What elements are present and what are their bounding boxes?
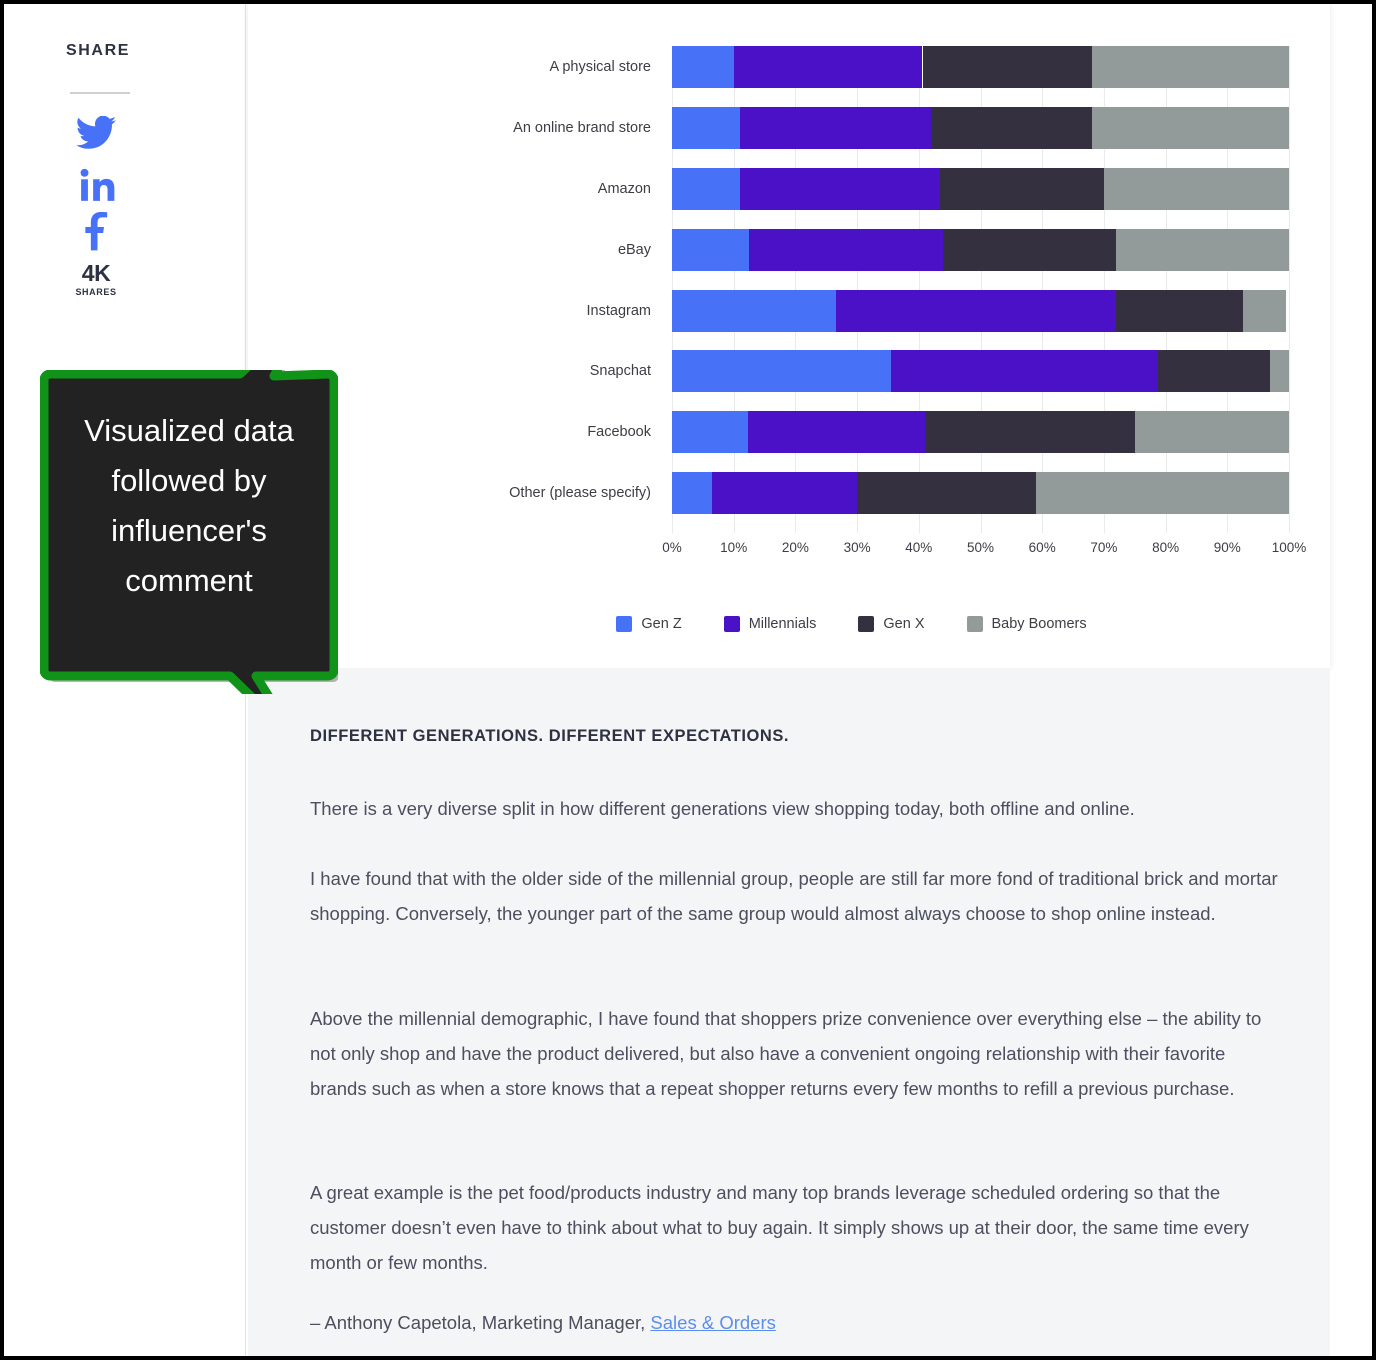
callout-shape [40,370,338,694]
x-tick-label: 80% [1152,540,1180,555]
bar-row [672,350,1289,393]
bar-segment [672,350,892,393]
bar-row [672,46,1289,88]
bar-segment [1091,46,1289,88]
bar-segment [1134,411,1289,454]
bar-segment [672,289,836,332]
x-tick-label: 60% [1028,540,1056,555]
attribution-link[interactable]: Sales & Orders [650,1312,775,1333]
bar-segment [857,472,1037,515]
share-count: 4K [81,260,111,286]
page-root: SHARE 4K SHARES A physical store An onlin… [0,0,1376,1360]
legend-swatch [616,616,633,632]
x-tick-label: 30% [843,540,871,555]
bar-row [672,289,1289,332]
legend-item[interactable]: Gen X [858,616,925,632]
bar-segment [1091,106,1289,149]
chart-card: A physical store An online brand store Ama… [248,4,1330,668]
x-tick-label: 70% [1090,540,1118,555]
legend-item[interactable]: Millennials [723,616,817,632]
article-body: DIFFERENT GENERATIONS. DIFFERENT EXPECTA… [248,668,1330,1356]
bar-segment [747,411,925,454]
bar-segment [672,228,750,271]
attribution: – Anthony Capetola, Marketing Manager, S… [310,1305,1280,1340]
bar-segment [672,46,734,88]
legend-label: Millennials [748,616,817,632]
x-tick-label: 100% [1271,540,1307,555]
category-label: A physical store [549,59,651,75]
linkedin-icon[interactable] [66,166,126,208]
bar-row [672,228,1289,271]
x-tick-label: 90% [1213,540,1241,555]
legend-label: Gen Z [641,616,682,632]
bar-segment [891,350,1158,393]
annotation-callout: Visualized data followed by influencer's… [40,370,338,694]
bar-segment [672,167,740,210]
bar-segment [1103,167,1289,210]
facebook-icon[interactable] [66,212,126,256]
bar-segment [835,289,1117,332]
legend-item[interactable]: Baby Boomers [966,616,1087,632]
bar-segment [672,472,713,515]
x-tick-label: 20% [781,540,809,555]
bar-segment [1270,350,1289,393]
bar-row [672,167,1289,210]
chart-bars [672,46,1290,533]
bar-segment [943,228,1117,271]
gridline [1289,46,1290,533]
bar-segment [749,228,944,271]
x-tick-label: 50% [966,540,995,555]
category-label: eBay [617,241,651,258]
bar-row [672,106,1289,149]
legend-label: Gen X [883,616,925,632]
bar-segment [712,472,858,515]
bar-segment [1242,289,1286,332]
category-label: Facebook [587,424,651,441]
bar-segment [739,167,941,210]
bar-segment [1157,350,1271,393]
chart-category-axis: A physical store An online brand store Ama… [414,46,659,533]
paragraph-1: There is a very diverse split in how dif… [310,798,1135,819]
chart-value-axis: 0% 10% 20% 30% 40% 50% 60% 70% 80% 90% 100% [662,540,1306,564]
share-divider [70,92,130,94]
bar-segment [672,106,740,149]
attribution-text: – Anthony Capetola, Marketing Manager, [310,1312,651,1333]
category-label: Instagram [586,302,651,319]
bar-row [672,472,1289,515]
category-label: Snapchat [589,363,651,380]
bar-segment [922,46,1092,88]
bar-segment [672,411,748,454]
twitter-icon[interactable] [66,115,126,154]
bar-segment [940,167,1104,210]
bar-segment [1116,289,1243,332]
bar-segment [1036,472,1289,515]
share-title: SHARE [66,42,131,59]
legend-label: Baby Boomers [991,616,1087,632]
legend-swatch [723,616,740,632]
chart-plot-area: A physical store An online brand store Ama… [414,46,1306,555]
x-tick-label: 40% [905,540,933,555]
bar-segment [739,106,932,149]
legend-swatch [966,616,983,632]
bar-segment [1116,228,1289,271]
x-tick-label: 0% [662,540,682,555]
chart-legend: Gen Z Millennials Gen X Baby Boomers [414,616,1289,632]
legend-item[interactable]: Gen Z [616,616,682,632]
paragraph-2: I have found that with the older side of… [310,868,1278,924]
bar-segment [733,46,923,88]
paragraph-4: A great example is the pet food/products… [310,1182,1249,1273]
bar-row [672,411,1289,454]
category-label: Other (please specify) [509,485,651,502]
category-label: Amazon [597,180,651,197]
paragraph-3: Above the millennial demographic, I have… [310,1008,1262,1099]
bar-segment [931,106,1092,149]
bar-segment [924,411,1135,454]
x-tick-label: 10% [720,540,748,555]
share-count-label: SHARES [75,287,117,297]
category-label: An online brand store [513,119,651,136]
legend-swatch [858,616,875,632]
article-heading: DIFFERENT GENERATIONS. DIFFERENT EXPECTA… [310,727,790,745]
